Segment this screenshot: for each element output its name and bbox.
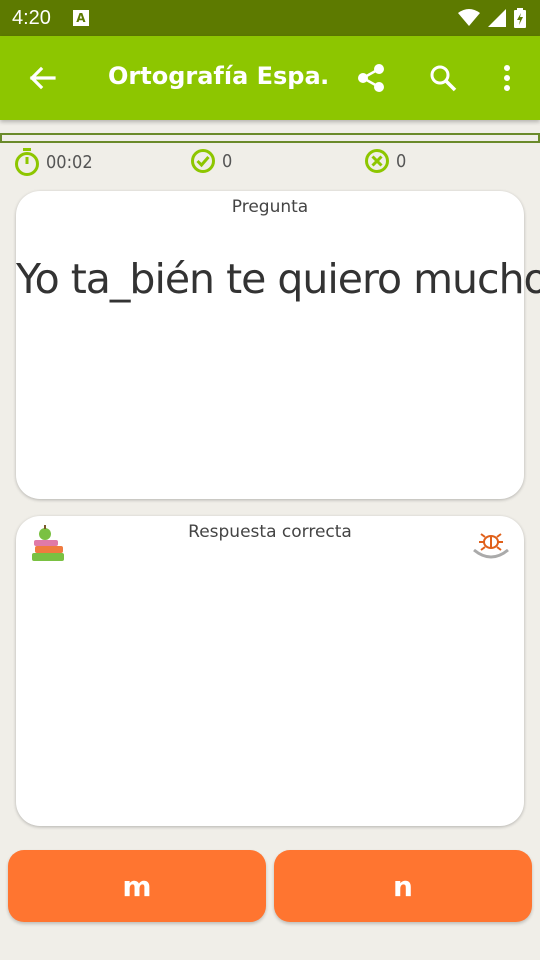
question-card: Pregunta Yo ta_bién te quiero mucho.: [16, 191, 540, 499]
notification-a-icon: A: [72, 10, 89, 26]
question-card-title: Pregunta: [231, 197, 309, 217]
answer-card: Respuesta correcta: [16, 516, 524, 826]
check-circle-icon: [191, 149, 215, 173]
timer-value: 00:02: [46, 151, 93, 173]
books-apple-icon: [32, 525, 64, 561]
overflow-menu-button[interactable]: [487, 58, 527, 98]
answer-option-m-button[interactable]: m: [8, 850, 266, 922]
wrong-count: 0: [396, 150, 407, 172]
cancel-circle-icon: [365, 149, 389, 173]
stopwatch-icon: [15, 148, 39, 176]
correct-count: 0: [222, 150, 233, 172]
status-left: 4:20 A: [12, 7, 89, 30]
progress-bar: [0, 133, 540, 143]
stats-row: 00:02 0 0: [0, 146, 540, 176]
answer-option-n-button[interactable]: n: [274, 850, 532, 922]
bug-report-icon[interactable]: [472, 530, 510, 562]
answer-card-title: Respuesta correcta: [188, 522, 352, 542]
more-vert-icon: [504, 65, 510, 91]
wifi-icon: [458, 9, 480, 26]
status-icons: [458, 8, 526, 28]
question-text: Yo ta_bién te quiero mucho.: [16, 255, 540, 303]
share-icon: [358, 64, 384, 92]
back-button[interactable]: [22, 60, 62, 96]
status-bar: 4:20 A: [0, 0, 540, 36]
arrow-left-icon: [29, 66, 56, 90]
battery-icon: [514, 8, 526, 28]
correct-stat: 0: [190, 148, 232, 174]
app-toolbar: Ortografía Espa…: [0, 36, 540, 120]
wrong-stat: 0: [364, 148, 406, 174]
signal-icon: [488, 9, 506, 27]
timer-stat: 00:02: [14, 148, 93, 176]
search-button[interactable]: [423, 58, 463, 98]
status-time: 4:20: [12, 6, 51, 29]
share-button[interactable]: [351, 58, 391, 98]
toolbar-title: Ortografía Espa…: [108, 62, 328, 90]
search-icon: [430, 65, 457, 92]
